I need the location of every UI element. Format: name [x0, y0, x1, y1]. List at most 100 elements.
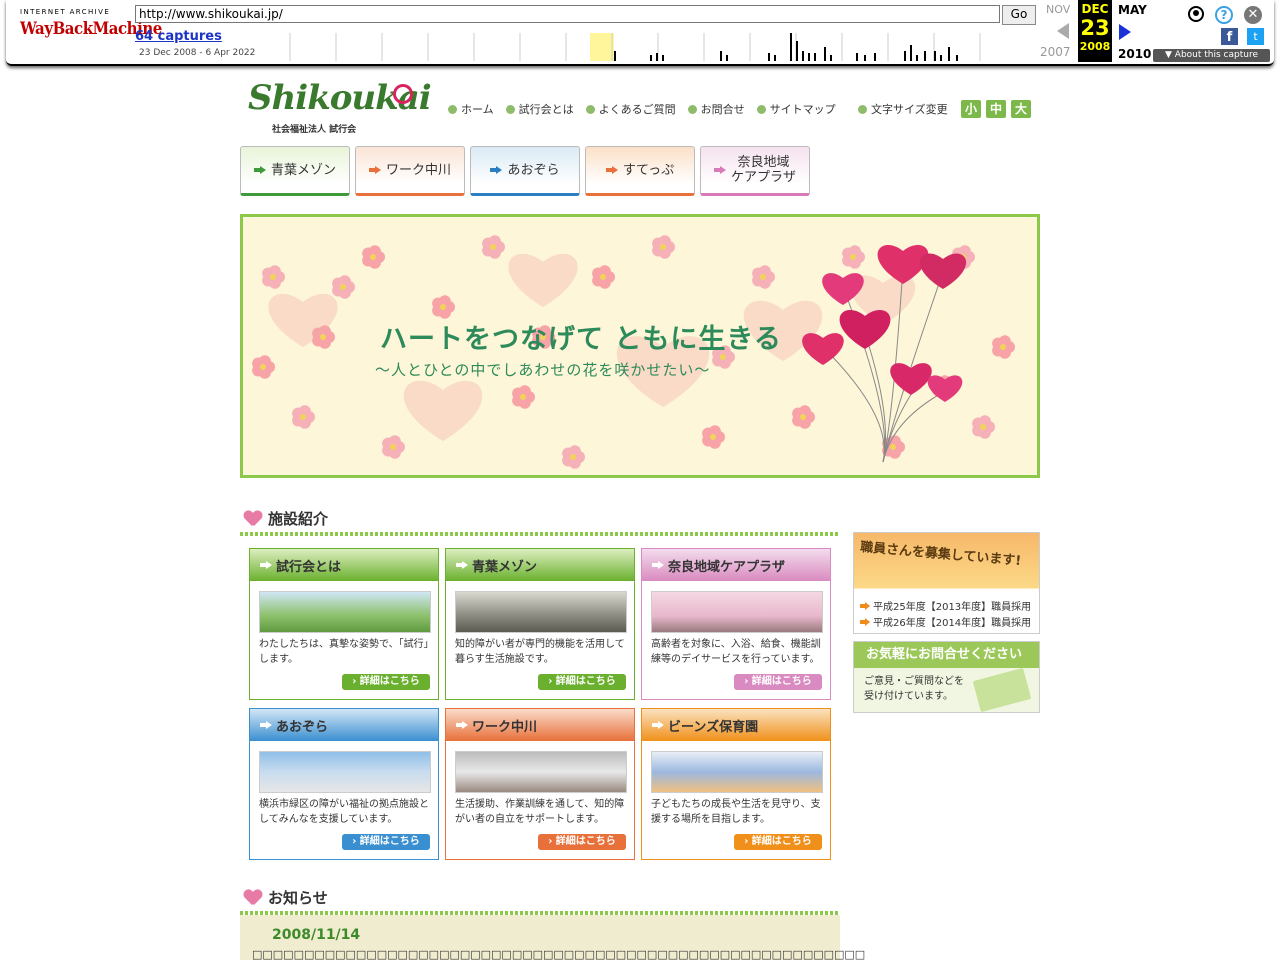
card-detail-button[interactable]: › 詳細はこちら	[342, 674, 430, 690]
card-detail-button[interactable]: › 詳細はこちら	[342, 834, 430, 850]
card-photo	[651, 591, 823, 633]
topnav-label: お問合せ	[700, 103, 745, 116]
facility-card: ワーク中川 生活援助、作業訓練を通して、知的障がい者の自立をサポートします。 › 詳…	[445, 708, 635, 860]
topnav-label: 試行会とは	[518, 103, 574, 116]
card-detail-button[interactable]: › 詳細はこちら	[538, 674, 626, 690]
facility-card: 青葉メゾン知的障がい者が専門的機能を活用して暮らす生活施設です。 › 詳細はこちら	[445, 548, 635, 700]
wayback-go-button[interactable]: Go	[1002, 5, 1036, 25]
card-header[interactable]: 青葉メゾン	[446, 549, 634, 581]
main-nav-label: すてっぷ	[622, 162, 675, 178]
site-page: Shikoukai 社会福祉法人 試行会 ホーム 試行会とは よくあるご質問 お…	[240, 72, 1040, 961]
card-header[interactable]: ワーク中川	[446, 709, 634, 741]
logo-subtitle: 社会福祉法人 試行会	[272, 125, 357, 135]
card-description: 知的障がい者が専門的機能を活用して暮らす生活施設です。	[455, 639, 625, 665]
flower-icon	[842, 245, 865, 269]
facebook-icon[interactable]: f	[1221, 28, 1238, 45]
recruit-banner[interactable]: 職員さんを募集しています! 平成25年度【2013年度】職員採用 平成26年度【…	[853, 532, 1040, 634]
capture-bar	[874, 53, 876, 61]
flower-icon	[702, 425, 725, 449]
font-size-small-button[interactable]: 小	[961, 100, 981, 118]
card-photo	[455, 751, 627, 793]
arrow-right-icon	[490, 166, 503, 174]
balloon-heart-icon	[919, 253, 967, 289]
news-date: 2008/11/14	[272, 927, 361, 943]
wayback-next-arrow-icon[interactable]	[1119, 24, 1131, 40]
topnav-home[interactable]: ホーム	[448, 101, 494, 117]
arrow-dot-icon	[756, 104, 766, 114]
arrow-right-icon	[713, 166, 726, 174]
logo-script: Shikoukai	[248, 78, 432, 118]
topnav-contact[interactable]: お問合せ	[687, 101, 745, 117]
facility-card: 奈良地域ケアプラザ高齢者を対象に、入浴、給食、機能訓練等のデイサービスを行ってい…	[641, 548, 831, 700]
card-title: ワーク中川	[472, 719, 538, 735]
flower-icon	[362, 245, 385, 269]
recruit-item-2014[interactable]: 平成26年度【2014年度】職員採用	[860, 614, 1031, 629]
capture-bar	[948, 47, 950, 61]
topnav-label: サイトマップ	[769, 103, 836, 116]
hero-banner: ハートをつなげて ともに生きる 〜人とひとの中でしあわせの花を咲かせたい〜	[240, 214, 1040, 478]
flower-icon	[262, 265, 285, 289]
flower-icon	[512, 385, 535, 409]
user-icon[interactable]	[1188, 6, 1204, 22]
contact-banner[interactable]: お気軽にお問合せください ご意見・ご質問などを 受け付けています。	[853, 641, 1040, 713]
card-description: 子どもたちの成長や生活を見守り、支援する場所を目指します。	[651, 799, 821, 825]
capture-bar	[614, 51, 616, 61]
card-detail-button[interactable]: › 詳細はこちら	[538, 834, 626, 850]
capture-bar	[650, 55, 652, 61]
card-header[interactable]: あおぞら	[250, 709, 438, 741]
wayback-logo-top: INTERNET ARCHIVE	[20, 8, 111, 16]
capture-bar	[904, 51, 906, 61]
help-icon[interactable]: ?	[1215, 6, 1233, 24]
wayback-logo[interactable]: INTERNET ARCHIVE WayBackMachine	[20, 8, 162, 52]
topnav-about[interactable]: 試行会とは	[505, 101, 574, 117]
wayback-url-input[interactable]: http://www.shikoukai.jp/	[135, 5, 1000, 23]
contact-text: ご意見・ご質問などを 受け付けています。	[864, 676, 964, 702]
recruit-item-label: 平成26年度【2014年度】職員採用	[873, 618, 1032, 629]
bg-heart-icon	[403, 380, 483, 441]
card-description: 横浜市緑区の障がい福祉の拠点施設としてみんなを支援しています。	[259, 799, 429, 825]
card-header[interactable]: 試行会とは	[250, 549, 438, 581]
news-box: 2008/11/14 □□□□□□□□□□□□□□□□□□□□□□□□□□□□□…	[240, 915, 865, 961]
topnav-sitemap[interactable]: サイトマップ	[756, 101, 836, 117]
site-logo[interactable]: Shikoukai 社会福祉法人 試行会	[248, 78, 432, 138]
card-header[interactable]: ビーンズ保育園	[642, 709, 830, 741]
capture-bar	[790, 33, 792, 61]
card-description: 高齢者を対象に、入浴、給食、機能訓練等のデイサービスを行っています。	[651, 639, 821, 665]
recruit-item-2013[interactable]: 平成25年度【2013年度】職員採用	[860, 598, 1031, 613]
arrow-right-icon	[253, 166, 266, 174]
card-detail-button[interactable]: › 詳細はこちら	[734, 674, 822, 690]
card-photo	[259, 591, 431, 633]
capture-bar	[830, 55, 832, 61]
section-title-news: お知らせ	[244, 887, 328, 908]
font-size-large-button[interactable]: 大	[1011, 100, 1031, 118]
capture-bar	[808, 53, 810, 61]
topnav-faq[interactable]: よくあるご質問	[585, 101, 676, 117]
wayback-sparkline[interactable]	[284, 33, 1036, 61]
close-icon[interactable]: ✕	[1244, 6, 1262, 24]
arrow-right-icon	[260, 561, 272, 569]
main-nav-tab[interactable]: すてっぷ	[585, 146, 695, 196]
main-nav-tab[interactable]: 青葉メゾン	[240, 146, 350, 196]
arrow-right-icon	[456, 561, 468, 569]
main-nav-tab[interactable]: ワーク中川	[355, 146, 465, 196]
arrow-right-icon	[368, 166, 381, 174]
wayback-next-month[interactable]: MAY	[1118, 3, 1147, 17]
font-size-medium-button[interactable]: 中	[986, 100, 1006, 118]
news-body[interactable]: □□□□□□□□□□□□□□□□□□□□□□□□□□□□□□□□□□□□□□□□…	[252, 948, 865, 961]
about-capture-button[interactable]: ▼ About this capture	[1153, 49, 1270, 62]
card-description: わたしたちは、真摯な姿勢で、「試行」します。	[259, 639, 434, 665]
wayback-prev-month[interactable]: NOV	[1046, 3, 1070, 16]
capture-bar	[824, 47, 826, 61]
main-nav-label: ワーク中川	[385, 162, 451, 178]
wayback-prev-year[interactable]: 2007	[1040, 45, 1071, 59]
card-header[interactable]: 奈良地域ケアプラザ	[642, 549, 830, 581]
twitter-icon[interactable]: t	[1247, 28, 1264, 45]
card-detail-button[interactable]: › 詳細はこちら	[734, 834, 822, 850]
wayback-current-month: DEC	[1081, 2, 1109, 16]
wayback-captures-link[interactable]: 64 captures	[135, 29, 222, 44]
wayback-next-year[interactable]: 2010	[1118, 47, 1151, 61]
main-nav-tab[interactable]: 奈良地域 ケアプラザ	[700, 146, 810, 196]
wayback-prev-arrow-icon[interactable]	[1057, 23, 1069, 39]
card-title: 試行会とは	[276, 559, 342, 575]
main-nav-tab[interactable]: あおぞら	[470, 146, 580, 196]
